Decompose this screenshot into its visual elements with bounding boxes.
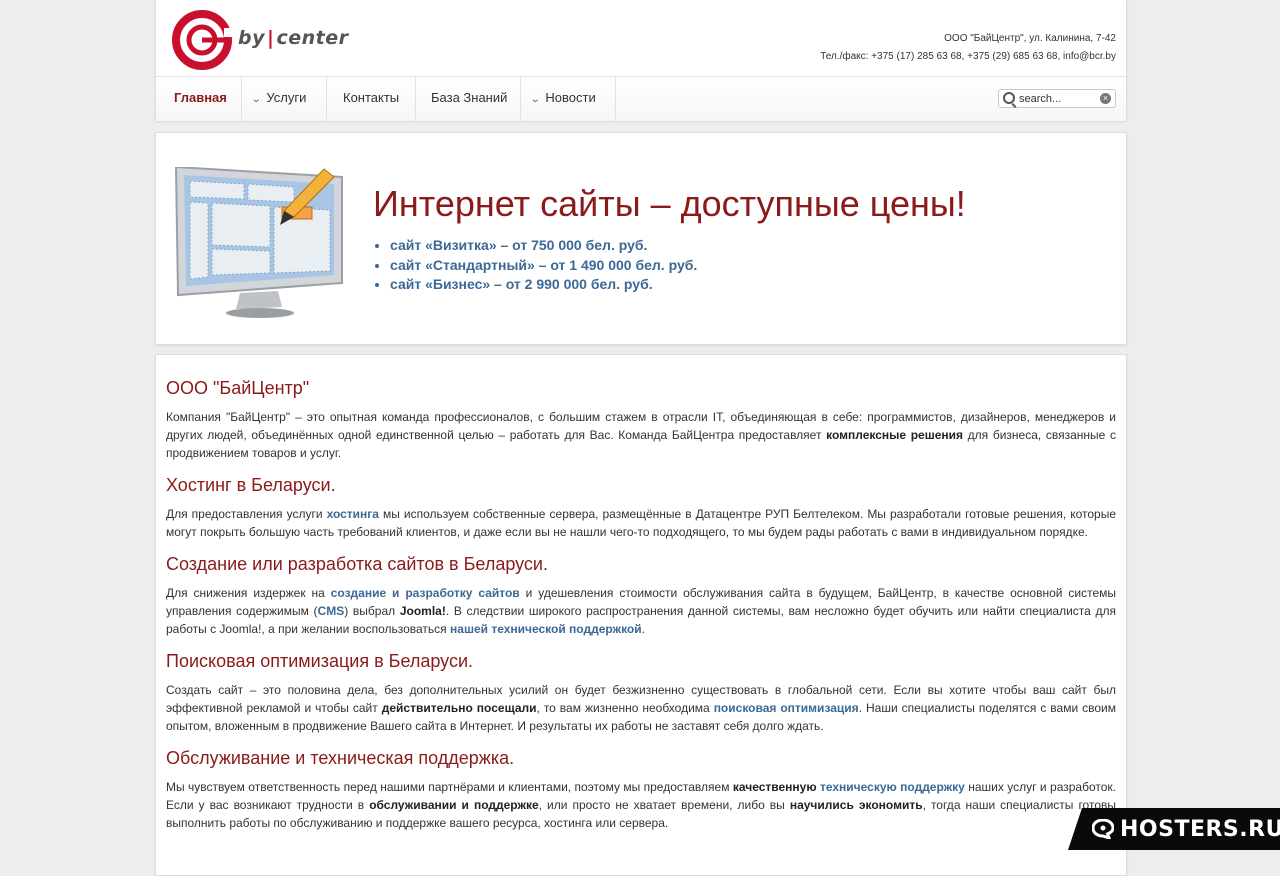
nav-item-knowledge-base[interactable]: База Знаний [416,77,521,121]
section-heading-seo: Поисковая оптимизация в Беларуси. [166,651,474,671]
site-header: by | center ООО "БайЦентр", ул. Калинина, … [155,0,1127,121]
section-heading-about: ООО "БайЦентр" [166,378,310,398]
section-text-about: Компания "БайЦентр" – это опытная команд… [166,410,1116,460]
logo-mark-icon [172,10,234,70]
link-cms[interactable]: CMS [318,604,345,618]
price-list: сайт «Визитка» – от 750 000 бел. руб. са… [373,236,697,295]
section-text-hosting: Для предоставления услуги хостинга мы ис… [166,507,1116,539]
chevron-down-icon: ⌄ [529,94,541,105]
logo-text: by | center [238,27,349,49]
chat-bubble-icon [1092,819,1114,839]
link-seo[interactable]: поисковая оптимизация [714,701,859,715]
section-heading-web-development: Создание или разработка сайтов в Беларус… [166,554,548,574]
section-text-seo: Создать сайт – это половина дела, без до… [166,683,1116,733]
link-web-development[interactable]: создание и разработку сайтов [331,586,520,600]
section-text-web-development: Для снижения издержек на создание и разр… [166,586,1116,636]
price-item[interactable]: сайт «Визитка» – от 750 000 бел. руб. [390,236,697,256]
price-item[interactable]: сайт «Бизнес» – от 2 990 000 бел. руб. [390,275,697,295]
hosters-watermark[interactable]: HOSTERS.RU [1068,808,1280,850]
main-nav: Главная ⌄ Услуги Контакты База Знаний ⌄ Но… [156,76,1126,121]
section-heading-support: Обслуживание и техническая поддержка. [166,748,515,768]
banner-title: Интернет сайты – доступные цены! [373,183,966,224]
nav-item-services[interactable]: ⌄ Услуги [242,77,327,121]
monitor-illustration [174,167,343,318]
link-tech-support[interactable]: нашей технической поддержкой [450,622,642,636]
promo-banner: Интернет сайты – доступные цены! сайт «В… [155,132,1127,345]
search-input[interactable] [1019,91,1095,106]
header-address: ООО "БайЦентр", ул. Калинина, 7-42 [944,33,1116,44]
header-phone: Тел./факс: +375 (17) 285 63 68, +375 (29… [820,51,1116,62]
nav-item-home[interactable]: Главная [156,77,242,121]
search-icon [1003,92,1015,104]
link-hosting[interactable]: хостинга [327,507,379,521]
main-content: ООО "БайЦентр" Компания "БайЦентр" – это… [155,354,1127,876]
section-text-support: Мы чувствуем ответственность перед нашим… [166,780,1117,830]
clear-search-icon[interactable]: × [1100,93,1111,104]
link-technical-support[interactable]: техническую поддержку [820,780,965,794]
search-box: × [998,89,1116,108]
chevron-down-icon: ⌄ [250,94,262,105]
site-logo[interactable]: by | center [172,10,348,70]
watermark-text: HOSTERS.RU [1120,817,1280,842]
nav-item-news[interactable]: ⌄ Новости [521,77,616,121]
nav-item-contacts[interactable]: Контакты [327,77,416,121]
section-heading-hosting: Хостинг в Беларуси. [166,475,336,495]
price-item[interactable]: сайт «Стандартный» – от 1 490 000 бел. р… [390,256,697,276]
